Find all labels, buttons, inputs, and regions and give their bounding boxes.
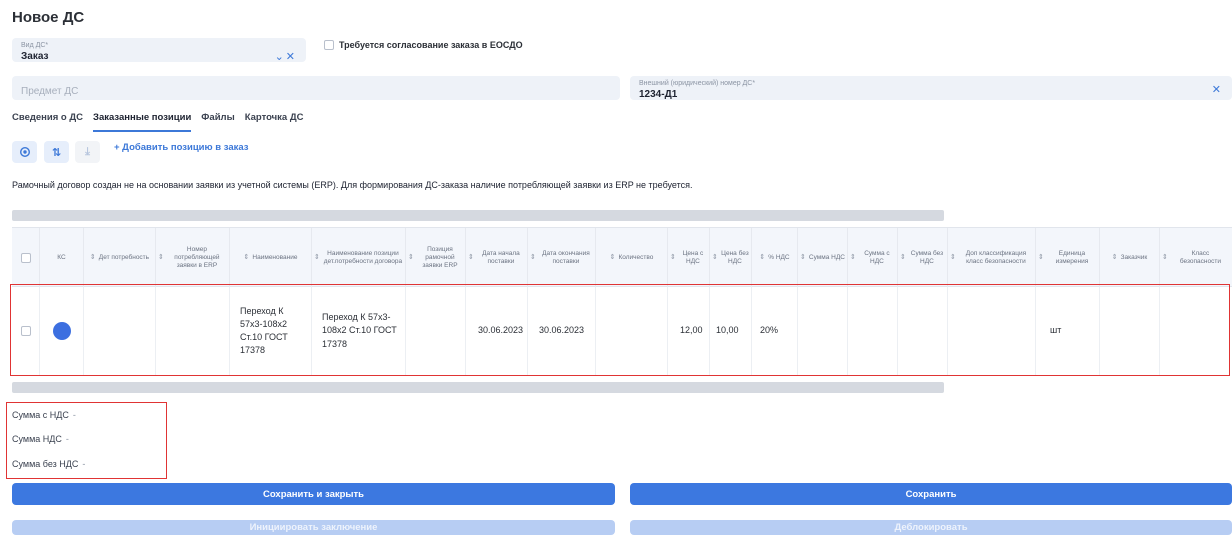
download-button[interactable]: ⤓ <box>75 141 100 163</box>
col-sum-vat[interactable]: ⇕ Сумма НДС <box>798 228 848 288</box>
cell-price-vat: 12,00 <box>668 287 710 375</box>
sort-icon: ⇕ <box>900 253 906 261</box>
total-sum-with-vat: Сумма с НДС - <box>12 410 76 420</box>
col-ks[interactable]: КС <box>40 228 84 288</box>
ds-type-select[interactable]: Вид ДС* Заказ ⌄✕ <box>12 38 306 63</box>
view-button[interactable] <box>12 141 37 163</box>
sort-icon: ⇕ <box>468 253 474 261</box>
external-number-input[interactable]: Внешний (юридический) номер ДС* 1234-Д1 … <box>630 76 1232 100</box>
cell-sum-vat <box>798 287 848 375</box>
cell-unit: шт <box>1036 287 1100 375</box>
table-row[interactable]: Переход К 57х3-108х2 Ст.10 ГОСТ 17378 Пе… <box>12 287 1232 375</box>
sort-icon: ⇕ <box>89 253 96 261</box>
sort-icon: ⇕ <box>408 253 414 261</box>
cell-erp-number <box>156 287 230 375</box>
sort-button[interactable]: ⇅ <box>44 141 69 163</box>
sort-icon: ⇕ <box>712 253 718 261</box>
sort-icon: ⇕ <box>800 253 806 261</box>
external-number-label: Внешний (юридический) номер ДС* <box>639 80 756 87</box>
cell-sum-novat <box>898 287 948 375</box>
external-number-value: 1234-Д1 <box>639 89 678 100</box>
sort-arrows-icon: ⇅ <box>51 146 62 159</box>
sort-icon: ⇕ <box>1162 253 1168 261</box>
col-name[interactable]: ⇕ Наименование <box>230 228 312 288</box>
tab-files[interactable]: Файлы <box>201 112 234 132</box>
eye-icon <box>19 146 30 158</box>
cell-sum-with-vat <box>848 287 898 375</box>
page-title: Новое ДС <box>12 9 85 26</box>
initiate-conclusion-button[interactable]: Инициировать заключение <box>12 520 615 535</box>
sort-icon: ⇕ <box>314 253 320 261</box>
approval-checkbox[interactable] <box>324 40 334 50</box>
col-frame-position[interactable]: ⇕ Позиция рамочной заявки ERP <box>406 228 466 288</box>
col-quantity[interactable]: ⇕ Количество <box>596 228 668 288</box>
table-scrollbar-top[interactable] <box>12 210 944 221</box>
add-position-link[interactable]: + Добавить позицию в заказ <box>114 142 248 153</box>
tab-ds-info[interactable]: Сведения о ДС <box>12 112 83 132</box>
table-scrollbar-bottom[interactable] <box>12 382 944 393</box>
col-erp-number[interactable]: ⇕ Номер потребляющей заявки в ERP <box>156 228 230 288</box>
cell-customer <box>1100 287 1160 375</box>
tab-ordered-positions[interactable]: Заказанные позиции <box>93 112 192 132</box>
erp-notice: Рамочный договор создан не на основании … <box>12 180 693 190</box>
row-checkbox[interactable] <box>20 326 31 336</box>
col-vat-pct[interactable]: ⇕% НДС <box>752 228 798 288</box>
sort-icon: ⇕ <box>158 253 164 261</box>
tab-ds-card[interactable]: Карточка ДС <box>245 112 304 132</box>
col-select <box>12 228 40 288</box>
cell-position-name: Переход К 57х3-108х2 Ст.10 ГОСТ 17378 <box>312 287 406 375</box>
sort-icon: ⇕ <box>243 253 250 261</box>
col-sum-with-vat[interactable]: ⇕ Сумма с НДС <box>848 228 898 288</box>
subject-input[interactable]: Предмет ДС <box>12 76 620 100</box>
col-unit[interactable]: ⇕ Единица измерения <box>1036 228 1100 288</box>
col-sum-novat[interactable]: ⇕ Сумма без НДС <box>898 228 948 288</box>
unblock-button[interactable]: Деблокировать <box>630 520 1232 535</box>
cell-end-date: 30.06.2023 <box>528 287 596 375</box>
tab-bar: Сведения о ДС Заказанные позиции Файлы К… <box>12 112 303 132</box>
col-safety-class[interactable]: ⇕ Класс безопасности <box>1160 228 1232 288</box>
select-all-checkbox[interactable] <box>20 253 31 263</box>
sort-icon: ⇕ <box>670 253 676 261</box>
save-and-close-button[interactable]: Сохранить и закрыть <box>12 483 615 505</box>
ds-type-label: Вид ДС* <box>21 42 49 49</box>
total-sum-vat: Сумма НДС - <box>12 434 69 444</box>
clear-icon[interactable]: ✕ <box>1212 83 1223 96</box>
col-extra-safety-class[interactable]: ⇕ Доп классификация класс безопасности <box>948 228 1036 288</box>
sort-icon: ⇕ <box>1111 253 1118 261</box>
cell-safety-class <box>1160 287 1232 375</box>
cell-start-date: 30.06.2023 <box>466 287 528 375</box>
subject-placeholder: Предмет ДС <box>21 86 79 97</box>
cell-price-novat: 10,00 <box>710 287 752 375</box>
save-button[interactable]: Сохранить <box>630 483 1232 505</box>
table-header: КС ⇕ Дет потребность ⇕ Номер потребляющей … <box>12 227 1232 288</box>
clear-icon[interactable]: ✕ <box>286 51 297 63</box>
cell-det-need <box>84 287 156 375</box>
approval-checkbox-label: Требуется согласование заказа в ЕОСДО <box>339 40 523 50</box>
sort-icon: ⇕ <box>609 253 616 261</box>
col-det-need[interactable]: ⇕ Дет потребность <box>84 228 156 288</box>
cell-extra-safety-class <box>948 287 1036 375</box>
sort-icon: ⇕ <box>850 253 856 261</box>
sort-icon: ⇕ <box>1038 253 1044 261</box>
cell-frame-position <box>406 287 466 375</box>
col-start-date[interactable]: ⇕ Дата начала поставки <box>466 228 528 288</box>
col-customer[interactable]: ⇕ Заказчик <box>1100 228 1160 288</box>
col-position-name[interactable]: ⇕ Наименование позиции дет.потребности до… <box>312 228 406 288</box>
cell-vat-pct: 20% <box>752 287 798 375</box>
col-end-date[interactable]: ⇕ Дата окончания поставки <box>528 228 596 288</box>
chevron-down-icon[interactable]: ⌄ <box>275 51 286 63</box>
ds-type-value: Заказ <box>21 51 49 62</box>
cell-name: Переход К 57х3-108х2 Ст.10 ГОСТ 17378 <box>230 287 312 375</box>
ks-status-icon <box>52 322 71 340</box>
total-sum-novat: Сумма без НДС - <box>12 459 86 469</box>
col-price-novat[interactable]: ⇕ Цена без НДС <box>710 228 752 288</box>
sort-icon: ⇕ <box>950 253 956 261</box>
download-icon: ⤓ <box>85 145 90 158</box>
col-price-vat[interactable]: ⇕ Цена с НДС <box>668 228 710 288</box>
sort-icon: ⇕ <box>759 253 766 261</box>
cell-quantity <box>596 287 668 375</box>
sort-icon: ⇕ <box>530 253 536 261</box>
